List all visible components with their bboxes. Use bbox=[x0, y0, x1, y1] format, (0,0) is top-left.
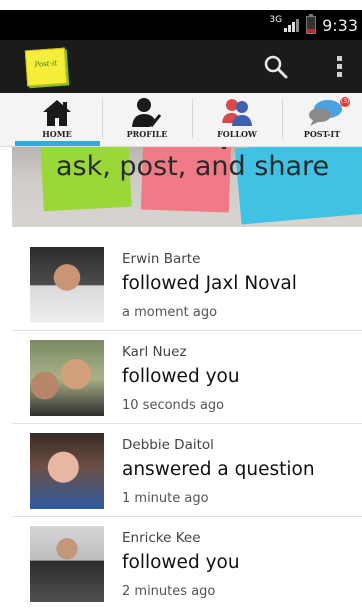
follow-icon bbox=[222, 99, 252, 126]
search-button[interactable] bbox=[262, 53, 290, 81]
overflow-menu-button[interactable] bbox=[330, 53, 350, 81]
tab-home-label: HOME bbox=[42, 129, 72, 139]
tab-follow[interactable]: FOLLOW bbox=[192, 93, 282, 147]
feed-user-name[interactable]: Enricke Kee bbox=[122, 530, 201, 546]
feed-action-text: followed you bbox=[122, 552, 240, 573]
app-logo[interactable]: Post-it bbox=[24, 47, 68, 87]
home-icon bbox=[43, 100, 71, 126]
feed-item[interactable]: Karl Nuez followed you 10 seconds ago bbox=[12, 331, 362, 424]
feed-action-text: followed you bbox=[122, 366, 240, 387]
post-it-badge: (3) bbox=[340, 97, 350, 107]
pin bbox=[222, 147, 226, 149]
avatar[interactable] bbox=[30, 340, 104, 416]
active-tab-indicator bbox=[15, 141, 100, 146]
feed-item[interactable]: Erwin Barte followed Jaxl Noval a moment… bbox=[12, 238, 362, 331]
avatar[interactable] bbox=[30, 247, 104, 323]
tab-home[interactable]: HOME bbox=[12, 93, 102, 147]
network-type: 3G bbox=[269, 15, 283, 25]
signal-icon bbox=[284, 18, 300, 32]
search-icon bbox=[264, 55, 288, 79]
feed-item[interactable]: Enricke Kee followed you 2 minutes ago bbox=[12, 517, 362, 610]
avatar[interactable] bbox=[30, 433, 104, 509]
post-it-icon bbox=[309, 100, 342, 126]
tab-bar: HOME PROFILE FOLLOW (3) POST-IT bbox=[0, 93, 362, 147]
feed-timestamp: a moment ago bbox=[122, 305, 218, 320]
feed-timestamp: 1 minute ago bbox=[122, 491, 209, 506]
feed-timestamp: 2 minutes ago bbox=[122, 584, 216, 599]
feed-action-text: followed Jaxl Noval bbox=[122, 273, 297, 294]
feed-user-name[interactable]: Karl Nuez bbox=[122, 344, 187, 360]
tab-post-it[interactable]: (3) POST-IT bbox=[282, 93, 362, 147]
tab-post-it-label: POST-IT bbox=[303, 129, 341, 139]
tab-profile[interactable]: PROFILE bbox=[102, 93, 192, 147]
activity-feed: Erwin Barte followed Jaxl Noval a moment… bbox=[12, 238, 362, 610]
status-bar: 3G 9:33 bbox=[0, 10, 362, 40]
banner: ask, post, and share bbox=[12, 147, 362, 227]
overflow-menu-icon bbox=[337, 56, 343, 80]
profile-icon bbox=[132, 98, 162, 128]
feed-user-name[interactable]: Erwin Barte bbox=[122, 251, 200, 267]
tab-profile-label: PROFILE bbox=[126, 129, 168, 139]
feed-user-name[interactable]: Debbie Daitol bbox=[122, 437, 214, 453]
status-time: 9:33 bbox=[322, 15, 358, 35]
feed-timestamp: 10 seconds ago bbox=[122, 398, 225, 413]
app-logo-text: Post-it bbox=[34, 59, 58, 69]
feed-item[interactable]: Debbie Daitol answered a question 1 minu… bbox=[12, 424, 362, 517]
top-gutter bbox=[0, 0, 362, 10]
avatar[interactable] bbox=[30, 526, 104, 602]
banner-tagline: ask, post, and share bbox=[56, 151, 330, 182]
tab-follow-label: FOLLOW bbox=[217, 129, 257, 139]
feed-action-text: answered a question bbox=[122, 459, 315, 480]
battery-icon bbox=[306, 14, 317, 34]
action-bar: Post-it bbox=[0, 40, 362, 93]
